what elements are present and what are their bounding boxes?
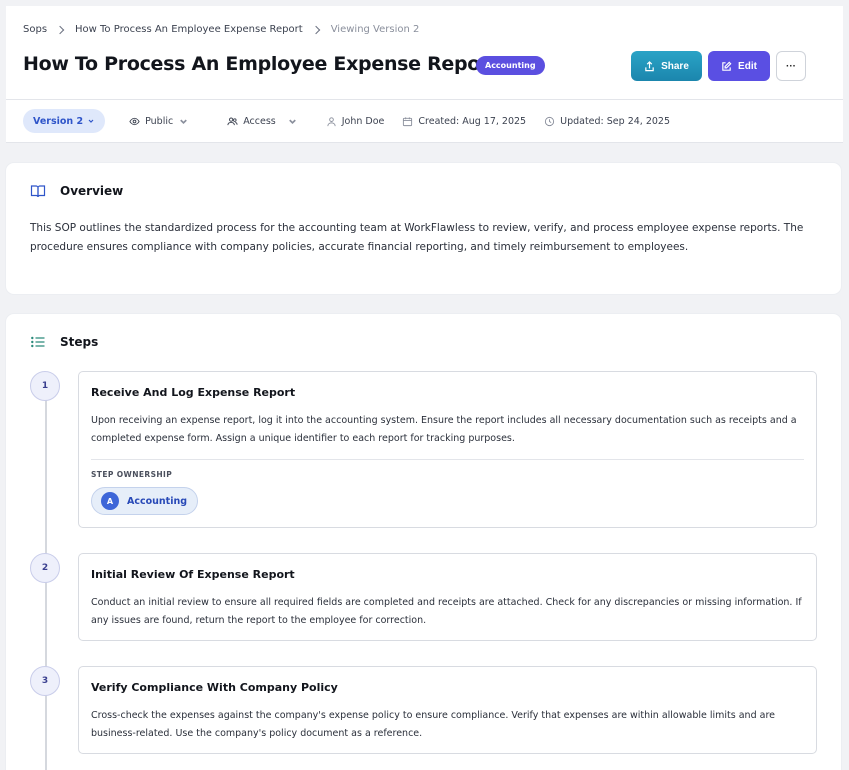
steps-heading: Steps <box>30 334 98 350</box>
edit-label: Edit <box>738 60 757 72</box>
breadcrumb-root[interactable]: Sops <box>23 24 47 35</box>
chevron-down-icon <box>180 119 188 124</box>
list-icon <box>31 336 45 348</box>
author: John Doe <box>326 115 385 127</box>
overview-card: Overview This SOP outlines the standardi… <box>6 163 841 294</box>
version-dropdown[interactable]: Version 2 <box>23 109 106 133</box>
chevron-right-icon <box>55 25 65 34</box>
updated-date: Updated: Sep 24, 2025 <box>544 116 670 127</box>
book-open-icon <box>30 185 46 198</box>
meta-row: Version 2 Public Access John Doe Created… <box>23 109 670 133</box>
user-icon <box>327 116 336 126</box>
step-title: Initial Review Of Expense Report <box>91 568 295 581</box>
chevron-down-icon <box>288 119 296 124</box>
breadcrumb-current: Viewing Version 2 <box>330 24 420 35</box>
share-button[interactable]: Share <box>631 51 702 81</box>
overview-title: Overview <box>60 184 124 198</box>
owner-avatar: A <box>101 492 119 510</box>
share-icon <box>645 60 654 71</box>
visibility-dropdown[interactable]: Public <box>129 116 189 127</box>
step-divider <box>91 459 804 460</box>
users-icon <box>227 117 238 125</box>
steps-title: Steps <box>60 335 99 349</box>
created-date: Created: Aug 17, 2025 <box>402 116 526 127</box>
step-number: 1 <box>30 371 60 401</box>
edit-button[interactable]: Edit <box>708 51 770 81</box>
visibility-label: Public <box>145 115 174 127</box>
page-header: Sops How To Process An Employee Expense … <box>6 6 843 143</box>
calendar-icon <box>403 116 413 126</box>
step-description: Cross-check the expenses against the com… <box>91 710 775 739</box>
timeline-line <box>45 400 47 770</box>
steps-card: Steps 1 Receive And Log Expense Report U… <box>6 314 841 770</box>
clock-icon <box>545 116 555 126</box>
breadcrumb: Sops How To Process An Employee Expense … <box>23 24 419 35</box>
breadcrumb-parent[interactable]: How To Process An Employee Expense Repor… <box>75 24 303 35</box>
step-card: Verify Compliance With Company Policy Cr… <box>78 666 817 754</box>
author-name: John Doe <box>341 115 385 127</box>
share-label: Share <box>661 60 689 72</box>
more-icon: ··· <box>786 60 796 72</box>
owner-name: Accounting <box>127 495 188 507</box>
eye-icon <box>129 117 140 125</box>
version-label: Version 2 <box>33 115 84 127</box>
access-label: Access <box>243 115 276 127</box>
overview-heading: Overview <box>30 183 123 199</box>
step-ownership-label: STEP OWNERSHIP <box>91 470 173 479</box>
updated-label: Updated: Sep 24, 2025 <box>560 115 670 127</box>
step-title: Receive And Log Expense Report <box>91 386 296 399</box>
step-number: 2 <box>30 553 60 583</box>
step-card: Initial Review Of Expense Report Conduct… <box>78 553 817 641</box>
step-title: Verify Compliance With Company Policy <box>91 681 338 694</box>
category-badge: Accounting <box>476 56 545 75</box>
more-options-button[interactable]: ··· <box>776 51 806 81</box>
page-title: How To Process An Employee Expense Repor… <box>23 53 498 75</box>
created-label: Created: Aug 17, 2025 <box>418 115 527 127</box>
step-description: Conduct an initial review to ensure all … <box>91 597 802 626</box>
chevron-right-icon <box>311 25 320 34</box>
edit-icon <box>722 61 732 71</box>
header-divider <box>6 99 843 100</box>
chevron-down-icon <box>88 119 94 123</box>
owner-chip[interactable]: A Accounting <box>91 487 199 515</box>
access-dropdown[interactable]: Access <box>227 116 298 127</box>
step-card: Receive And Log Expense Report Upon rece… <box>78 371 817 528</box>
overview-text: This SOP outlines the standardized proce… <box>30 222 804 253</box>
step-number: 3 <box>30 666 60 696</box>
step-description: Upon receiving an expense report, log it… <box>91 415 797 444</box>
